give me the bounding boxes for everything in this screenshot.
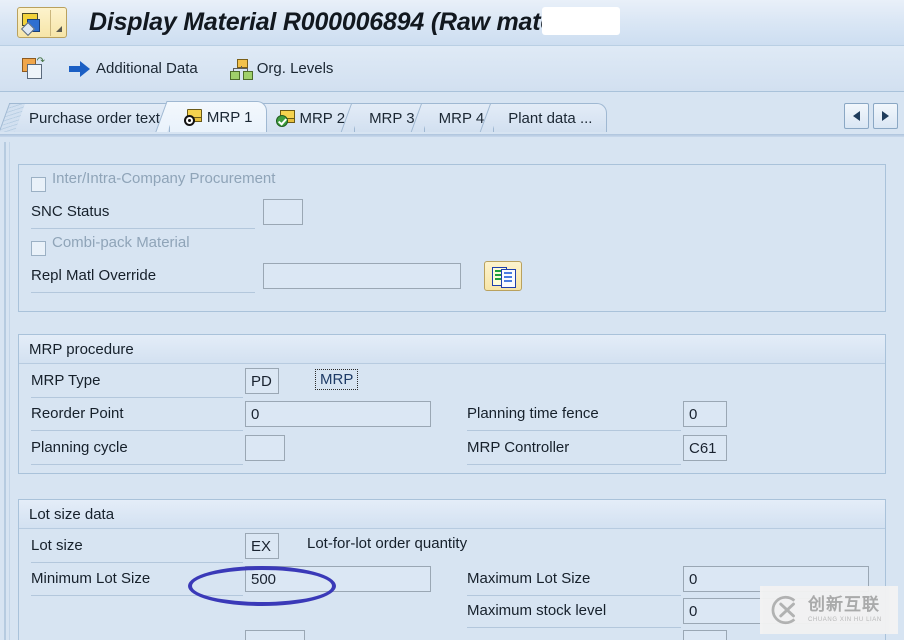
snc-status-underline: [31, 228, 255, 229]
planning-time-fence-underline: [467, 430, 681, 431]
window-title-bar: Display Material R000006894 (Raw materia…: [0, 0, 904, 46]
sap-material-master-screen: Display Material R000006894 (Raw materia…: [0, 0, 904, 640]
arrow-right-icon: [882, 111, 889, 121]
reorder-point-underline: [31, 430, 243, 431]
tab-mrp-1[interactable]: MRP 1: [168, 101, 268, 132]
watermark-pinyin: CHUANG XIN HU LIAN: [808, 617, 882, 623]
material-display-icon: [20, 12, 45, 36]
mrp-type-underline: [31, 397, 243, 398]
tab-label-mrp-4: MRP 4: [438, 109, 485, 127]
mrp-type-field[interactable]: PD: [245, 368, 279, 394]
tab-strip-underline: [0, 134, 904, 137]
tab-plant-data[interactable]: Plant data ...: [493, 103, 608, 132]
watermark-text: 创新互联 CHUANG XIN HU LIAN: [808, 595, 882, 624]
tab-label-plant-data: Plant data ...: [508, 109, 593, 127]
page-title-prefix: Display Material R000006894 (: [89, 8, 439, 36]
procurement-section: Inter/Intra-Company Procurement SNC Stat…: [18, 164, 886, 312]
mrp-type-label: MRP Type: [31, 372, 101, 389]
dropdown-triangle-icon[interactable]: [56, 26, 62, 32]
snc-status-label: SNC Status: [31, 203, 110, 220]
inter-intra-company-checkbox[interactable]: [31, 177, 46, 192]
cx-logo-icon: [771, 595, 796, 625]
org-levels-icon: [229, 59, 253, 80]
system-menu-button[interactable]: [17, 7, 67, 38]
note-status-icon: [183, 108, 202, 126]
maximum-lot-size-label: Maximum Lot Size: [467, 570, 591, 587]
tab-list: Purchase order text MRP 1 MRP 2 MRP 3 MR…: [14, 101, 608, 132]
inter-intra-company-label: Inter/Intra-Company Procurement: [52, 170, 276, 187]
planning-time-fence-label: Planning time fence: [467, 405, 599, 422]
copy-object-icon: ↷: [22, 56, 45, 79]
lot-size-label: Lot size: [31, 537, 83, 554]
mrp-controller-label: MRP Controller: [467, 439, 570, 456]
tab-label-mrp-3: MRP 3: [369, 109, 415, 127]
minimum-lot-size-label: Minimum Lot Size: [31, 570, 151, 587]
maximum-stock-level-label: Maximum stock level: [467, 602, 607, 619]
maximum-stock-level-underline: [467, 627, 681, 628]
application-toolbar: ↷ Additional Data Org. Levels: [0, 46, 904, 92]
reorder-point-field[interactable]: 0: [245, 401, 431, 427]
redaction-block: [542, 7, 620, 35]
page-title: Display Material R000006894 (Raw materia…: [89, 8, 599, 37]
watermark-chinese: 创新互联: [808, 595, 880, 615]
reorder-point-label: Reorder Point: [31, 405, 124, 422]
lot-size-underline: [31, 562, 243, 563]
tab-content-mrp-1: Inter/Intra-Company Procurement SNC Stat…: [0, 142, 904, 640]
watermark: 创新互联 CHUANG XIN HU LIAN: [760, 586, 898, 634]
lot-size-description: Lot-for-lot order quantity: [307, 535, 468, 552]
tab-label-mrp-1: MRP 1: [206, 108, 253, 126]
toolbar-button-copy-object[interactable]: ↷: [0, 54, 48, 84]
toolbar-button-org-levels[interactable]: Org. Levels: [202, 54, 338, 84]
repl-matl-underline: [31, 292, 255, 293]
mrp-procedure-header: MRP procedure: [19, 335, 885, 364]
tab-label-purchase-order-text: Purchase order text: [29, 109, 160, 127]
blue-arrow-icon: [69, 60, 91, 77]
toolbar-label-org-levels: Org. Levels: [256, 60, 334, 77]
arrow-left-icon: [853, 111, 860, 121]
tab-scroll-controls: [844, 103, 898, 129]
mrp-controller-underline: [467, 464, 681, 465]
minimum-lot-size-field[interactable]: 500: [245, 566, 431, 592]
tab-purchase-order-text[interactable]: Purchase order text: [14, 103, 175, 132]
repl-matl-copy-button[interactable]: [484, 261, 522, 291]
maximum-lot-size-underline: [467, 595, 681, 596]
lot-size-data-header: Lot size data: [19, 500, 885, 529]
mrp-controller-field[interactable]: C61: [683, 435, 727, 461]
lot-size-extra-field[interactable]: [245, 630, 305, 640]
planning-time-fence-field[interactable]: 0: [683, 401, 727, 427]
repl-matl-override-label: Repl Matl Override: [31, 267, 157, 284]
note-check-icon: [276, 109, 296, 127]
combi-pack-label: Combi-pack Material: [52, 234, 190, 251]
content-left-rule-2: [9, 142, 10, 640]
button-divider: [50, 10, 51, 36]
lot-size-data-panel: Lot size data Lot size EX Lot-for-lot or…: [18, 499, 886, 640]
planning-cycle-underline: [31, 464, 243, 465]
tab-label-mrp-2: MRP 2: [299, 109, 346, 127]
toolbar-button-additional-data[interactable]: Additional Data: [48, 54, 202, 84]
repl-matl-override-field[interactable]: [263, 263, 461, 289]
planning-cycle-label: Planning cycle: [31, 439, 128, 456]
tab-scroll-left-button[interactable]: [844, 103, 869, 129]
mrp-type-description: MRP: [315, 369, 359, 390]
minimum-lot-size-underline: [31, 595, 243, 596]
lot-size-field[interactable]: EX: [245, 533, 279, 559]
toolbar-label-additional-data: Additional Data: [96, 60, 198, 77]
content-left-rule: [4, 142, 6, 640]
mrp-procedure-panel: MRP procedure MRP Type PD MRP Reorder Po…: [18, 334, 886, 474]
snc-status-field[interactable]: [263, 199, 303, 225]
planning-cycle-field[interactable]: [245, 435, 285, 461]
tab-strip: Purchase order text MRP 1 MRP 2 MRP 3 MR…: [0, 92, 904, 142]
combi-pack-checkbox[interactable]: [31, 241, 46, 256]
maximum-stock-extra-field[interactable]: [683, 630, 727, 640]
tab-scroll-right-button[interactable]: [873, 103, 898, 129]
